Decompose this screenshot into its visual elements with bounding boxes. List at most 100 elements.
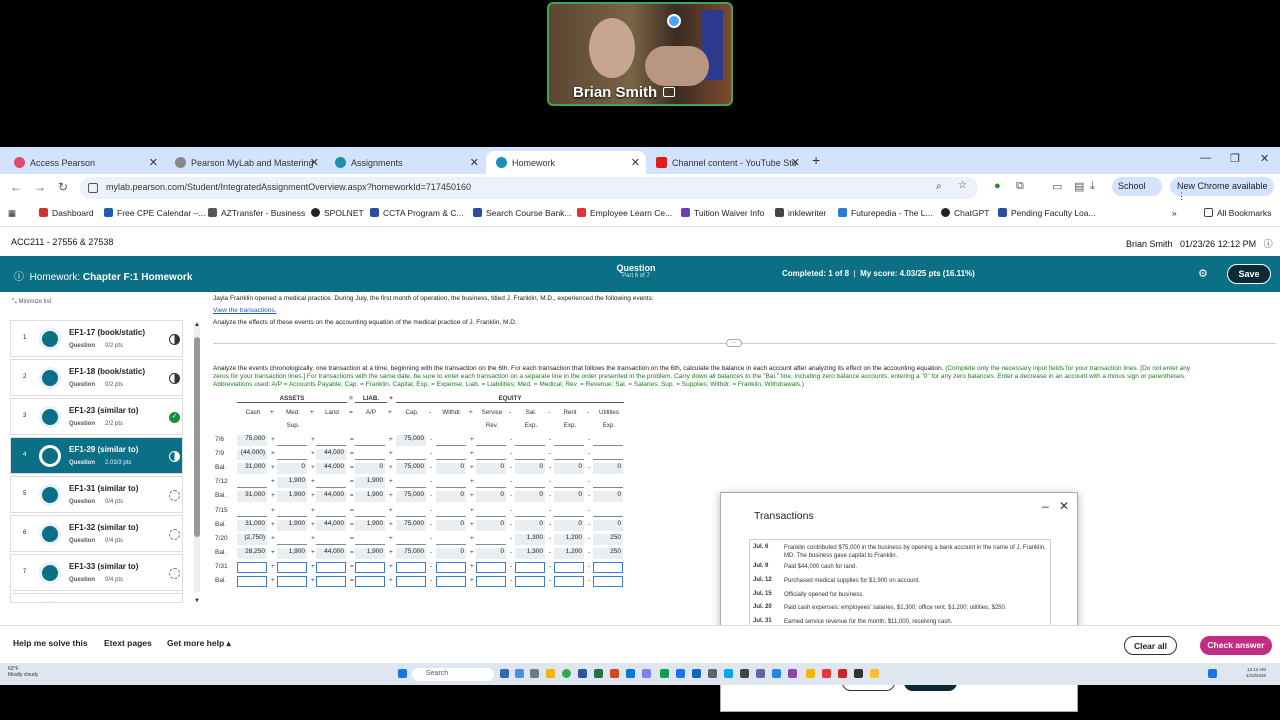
amount-field[interactable] [436, 477, 466, 489]
zoom-icon[interactable] [676, 669, 685, 678]
amount-field[interactable] [237, 576, 267, 587]
amount-field[interactable]: (2,750) [237, 533, 267, 545]
amount-field[interactable]: 44,000 [316, 519, 346, 531]
widgets-icon[interactable] [515, 669, 524, 678]
amount-field[interactable] [436, 561, 466, 573]
amount-field[interactable] [593, 576, 623, 587]
amount-field[interactable]: 44,000 [316, 449, 346, 461]
sidebar-scrollbar[interactable] [194, 322, 200, 592]
app-icon[interactable] [724, 669, 733, 678]
amount-field[interactable]: 0 [515, 491, 545, 503]
app-icon[interactable] [740, 669, 749, 678]
all-bookmarks[interactable]: All Bookmarks [1204, 208, 1271, 218]
bookmark-dashboard[interactable]: Dashboard [39, 208, 94, 218]
app-icon[interactable] [854, 669, 863, 678]
amount-field[interactable]: (44,000) [237, 449, 267, 461]
amount-field[interactable] [396, 505, 426, 517]
amount-field[interactable] [515, 477, 545, 489]
amount-field[interactable] [554, 449, 584, 461]
amount-field[interactable]: 1,900 [355, 547, 385, 559]
help-icon[interactable]: ⓘ [1264, 239, 1273, 249]
amount-field[interactable] [593, 505, 623, 517]
amount-field[interactable]: 1,300 [515, 533, 545, 545]
amount-field[interactable] [436, 505, 466, 517]
amount-field[interactable]: 75,000 [396, 463, 426, 475]
question-item-4[interactable]: 4 EF1-29 (similar to) Question 2.03/3 pts [10, 437, 183, 474]
amount-field[interactable] [277, 533, 307, 545]
amount-field[interactable]: 75,000 [237, 435, 267, 446]
tab-access-pearson[interactable]: Access Pearson ✕ [4, 151, 164, 174]
back-arrow-icon[interactable]: ← [10, 180, 22, 194]
profile-school-button[interactable]: School [1112, 177, 1162, 196]
amount-field[interactable] [396, 533, 426, 545]
teams-icon[interactable] [642, 669, 651, 678]
amount-field[interactable]: 1,900 [277, 477, 307, 489]
search-icon[interactable]: ⌕ [936, 181, 942, 192]
amount-field[interactable] [515, 576, 545, 587]
amount-field[interactable]: 0 [554, 463, 584, 475]
bookmark-aztransfer[interactable]: AZTransfer - Business [208, 208, 305, 218]
amount-field[interactable]: 0 [436, 519, 466, 531]
amount-field[interactable] [355, 561, 385, 573]
download-icon[interactable]: ⤓ [1090, 180, 1095, 193]
app-icon[interactable] [708, 669, 717, 678]
new-chrome-available-button[interactable]: New Chrome available ⋮ [1170, 177, 1274, 201]
question-item-2[interactable]: 2 EF1-18 (book/static) Question 0/2 pts [10, 359, 183, 396]
amount-field[interactable]: 31,000 [237, 463, 267, 475]
course-breadcrumb[interactable]: ACC211 - 27556 & 27538 [11, 237, 113, 247]
amount-field[interactable] [436, 533, 466, 545]
extension-icon[interactable]: ● [994, 180, 1001, 192]
new-tab-plus-icon[interactable]: + [812, 152, 820, 168]
amount-field[interactable] [237, 505, 267, 517]
amount-field[interactable]: 75,000 [396, 519, 426, 531]
tab-youtube-studio[interactable]: Channel content - YouTube Stu ✕ [646, 151, 806, 174]
amount-field[interactable] [515, 449, 545, 461]
amount-field[interactable] [436, 576, 466, 587]
amount-field[interactable] [476, 505, 506, 517]
amount-field[interactable]: 0 [593, 491, 623, 503]
gear-icon[interactable]: ⚙ [1198, 267, 1208, 280]
amount-field[interactable]: 44,000 [316, 547, 346, 559]
amount-field[interactable]: 0 [436, 547, 466, 559]
amount-field[interactable] [593, 477, 623, 489]
amount-field[interactable] [593, 449, 623, 461]
app-icon[interactable] [788, 669, 797, 678]
app-icon[interactable] [870, 669, 879, 678]
view-transactions-link[interactable]: View the transactions. [213, 307, 276, 314]
app-icon[interactable] [660, 669, 669, 678]
minimize-list-button[interactable]: ⤡ Minimize list [12, 299, 51, 306]
amount-field[interactable]: 0 [515, 519, 545, 531]
amount-field[interactable]: 1,900 [277, 547, 307, 559]
amount-field[interactable] [436, 449, 466, 461]
close-tab-icon[interactable]: ✕ [310, 156, 319, 169]
amount-field[interactable] [476, 576, 506, 587]
scroll-down-icon[interactable]: ▼ [194, 598, 200, 604]
weather-widget[interactable]: 63°F Mostly cloudy [8, 666, 38, 678]
amount-field[interactable] [237, 561, 267, 573]
save-button[interactable]: Save [1227, 264, 1271, 284]
apps-grid-icon[interactable]: ▦ [8, 208, 16, 219]
amount-field[interactable] [355, 435, 385, 446]
app-icon[interactable] [772, 669, 781, 678]
amount-field[interactable] [515, 435, 545, 446]
amount-field[interactable] [396, 477, 426, 489]
clear-all-button[interactable]: Clear all [1124, 636, 1177, 655]
question-item-8[interactable]: 8EF1-20 (similar to) [10, 593, 183, 603]
amount-field[interactable] [277, 435, 307, 446]
app-icon[interactable] [806, 669, 815, 678]
bookmark-ccta[interactable]: CCTA Program & C... [370, 208, 464, 218]
url-field[interactable]: mylab.pearson.com/Student/IntegratedAssi… [80, 177, 978, 199]
amount-field[interactable] [476, 533, 506, 545]
question-item-7[interactable]: 7 EF1-33 (similar to) Question 0/4 pts [10, 554, 183, 591]
amount-field[interactable]: 1,200 [554, 547, 584, 559]
amount-field[interactable] [476, 561, 506, 573]
word-icon[interactable] [578, 669, 587, 678]
amount-field[interactable]: 0 [476, 547, 506, 559]
amount-field[interactable]: 0 [476, 519, 506, 531]
tab-search-icon[interactable]: ▭ [1052, 180, 1062, 193]
video-call-tile[interactable]: Brian Smith [547, 2, 733, 106]
question-item-1[interactable]: 1 EF1-17 (book/static) Question 0/2 pts [10, 320, 183, 357]
app-icon[interactable] [692, 669, 701, 678]
amount-field[interactable]: 0 [554, 519, 584, 531]
taskbar-clock[interactable]: 12:12 AM 1/23/2026 [1246, 667, 1266, 679]
